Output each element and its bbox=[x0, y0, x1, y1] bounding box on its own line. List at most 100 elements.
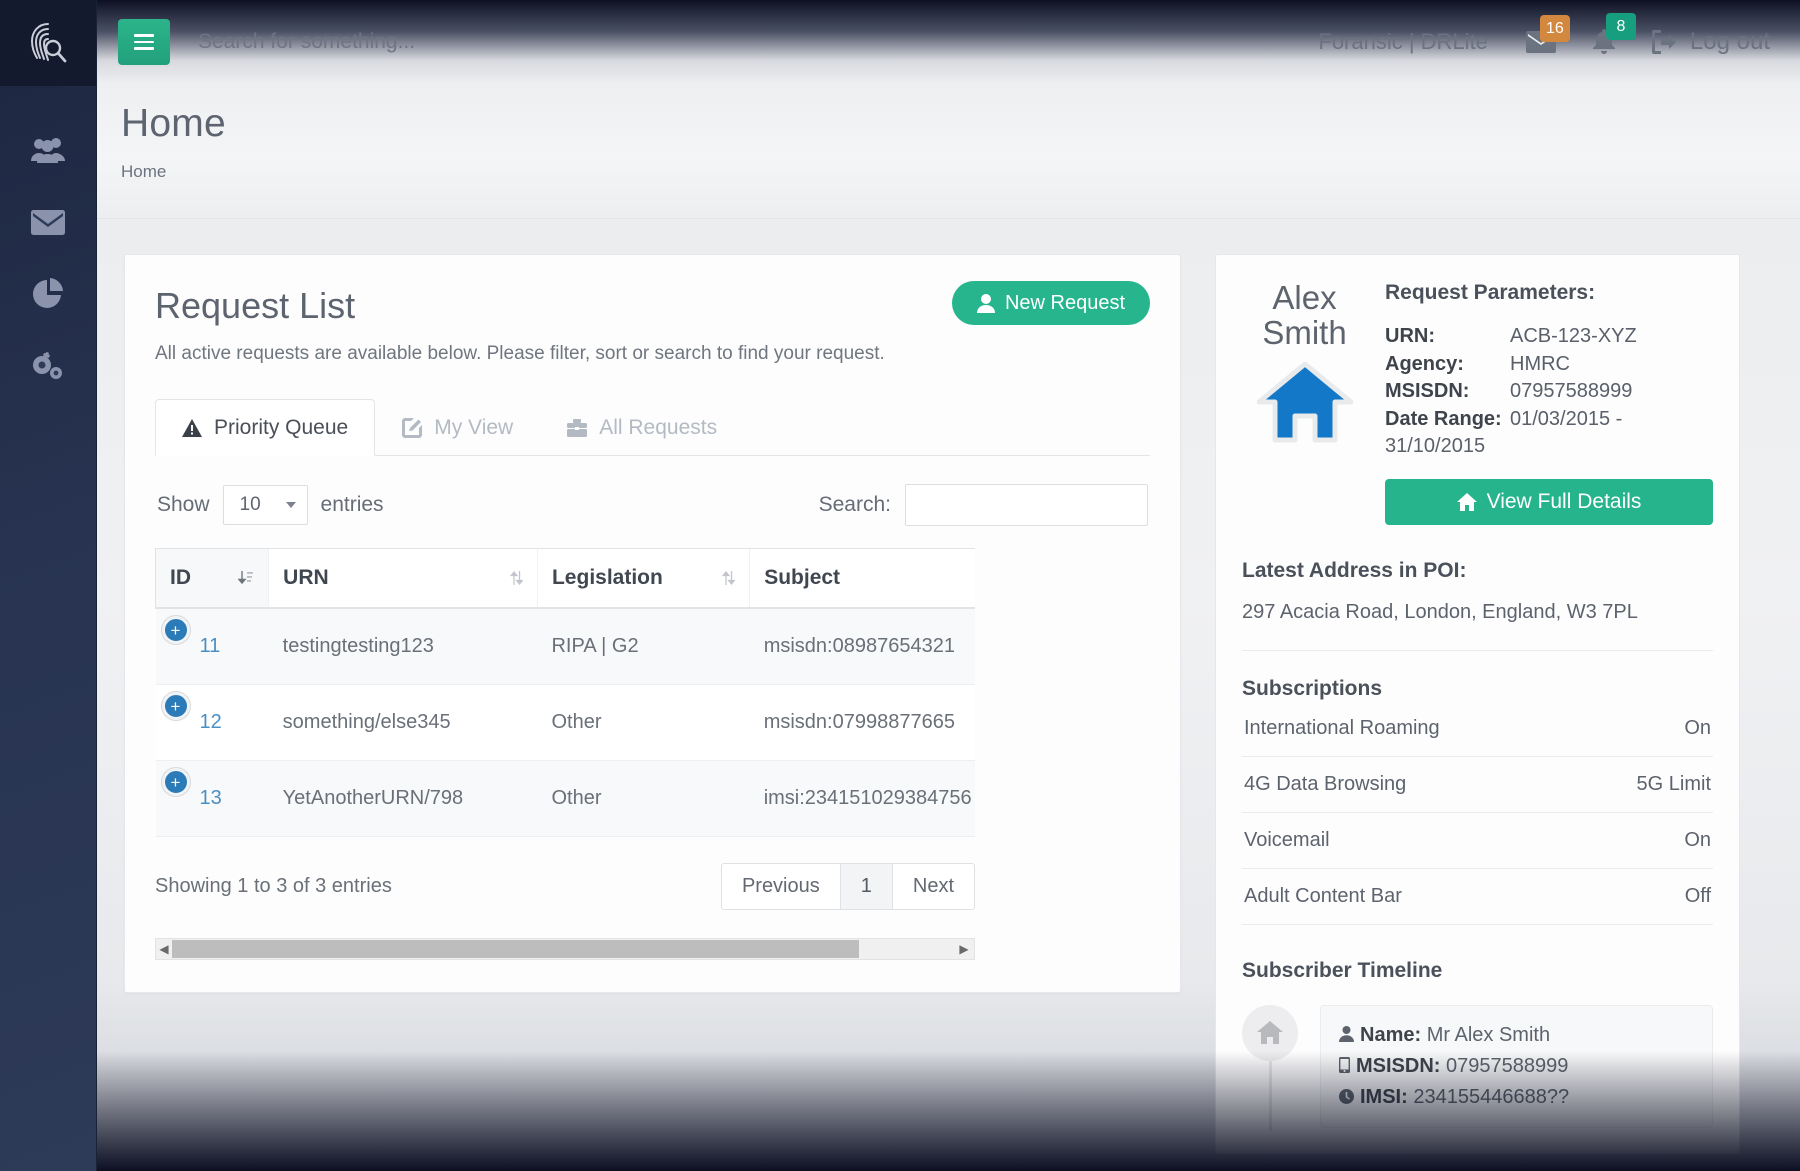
scrollbar-thumb[interactable] bbox=[172, 940, 859, 958]
param-value: 01/03/2015 - bbox=[1510, 407, 1623, 430]
subscriber-timeline: Name: Mr Alex Smith MSISDN: 07957588999 bbox=[1242, 1004, 1713, 1131]
subscription-value: 5G Limit bbox=[1636, 772, 1711, 795]
briefcase-icon bbox=[567, 419, 588, 437]
table-scroll-viewport: ID URN Legislation Subject + 11 testingt… bbox=[155, 548, 975, 837]
tab-label: Priority Queue bbox=[214, 416, 349, 439]
notifications-button[interactable]: 8 bbox=[1592, 13, 1636, 55]
timeline-entry-card: Name: Mr Alex Smith MSISDN: 07957588999 bbox=[1320, 1004, 1713, 1128]
scroll-left-arrow-icon[interactable]: ◀ bbox=[156, 942, 172, 956]
subscription-row: Voicemail On bbox=[1242, 813, 1713, 869]
cell-urn: testingtesting123 bbox=[268, 608, 538, 685]
table-header-row: ID URN Legislation Subject bbox=[155, 548, 975, 609]
row-id-link[interactable]: 12 bbox=[200, 711, 222, 733]
horizontal-scrollbar[interactable]: ◀ ▶ bbox=[155, 938, 975, 960]
subscription-value: On bbox=[1684, 716, 1711, 739]
param-key: MSISDN: bbox=[1385, 380, 1470, 403]
expand-row-button[interactable]: + bbox=[161, 691, 190, 720]
table-info-text: Showing 1 to 3 of 3 entries bbox=[155, 875, 392, 897]
param-value-wrap: 31/10/2015 bbox=[1385, 435, 1486, 458]
subscription-label: Adult Content Bar bbox=[1244, 884, 1402, 907]
subscription-row: International Roaming On bbox=[1242, 701, 1713, 757]
new-request-button[interactable]: New Request bbox=[951, 281, 1150, 325]
envelope-icon bbox=[31, 209, 65, 235]
tab-priority-queue[interactable]: Priority Queue bbox=[155, 399, 376, 456]
tab-all-requests[interactable]: All Requests bbox=[540, 399, 744, 456]
column-header-urn[interactable]: URN bbox=[268, 548, 538, 609]
row-id-link[interactable]: 11 bbox=[200, 635, 221, 657]
sidebar-item-reports[interactable] bbox=[0, 258, 96, 330]
house-icon bbox=[1256, 361, 1353, 443]
timeline-marker[interactable] bbox=[1242, 1004, 1298, 1061]
mobile-icon bbox=[1339, 1056, 1350, 1073]
logout-button[interactable]: Log out bbox=[1651, 28, 1770, 56]
cell-legislation: RIPA | G2 bbox=[537, 608, 750, 685]
scroll-right-arrow-icon[interactable]: ▶ bbox=[956, 942, 972, 956]
param-value: 07957588999 bbox=[1510, 380, 1633, 403]
timeline-imsi-value: 234155446688?? bbox=[1413, 1085, 1570, 1108]
sign-out-icon bbox=[1651, 30, 1676, 54]
messages-button[interactable]: 16 bbox=[1525, 15, 1570, 53]
pagination-next[interactable]: Next bbox=[891, 863, 975, 910]
cell-subject: msisdn:07998877665 bbox=[749, 684, 975, 761]
column-header-id[interactable]: ID bbox=[155, 548, 269, 609]
table-controls: Show 10 entries Search: bbox=[155, 484, 1150, 526]
timeline-msisdn-line: MSISDN: 07957588999 bbox=[1339, 1051, 1694, 1082]
latest-address-value: 297 Acacia Road, London, England, W3 7PL bbox=[1242, 600, 1638, 623]
table-search-input[interactable] bbox=[905, 484, 1148, 526]
sidebar-item-messages[interactable] bbox=[0, 186, 96, 258]
home-avatar bbox=[1242, 361, 1367, 449]
menu-toggle-button[interactable] bbox=[118, 19, 170, 65]
divider bbox=[1242, 649, 1713, 651]
cogs-icon bbox=[33, 351, 62, 379]
sidebar-item-settings[interactable] bbox=[0, 330, 96, 402]
sidebar-item-users[interactable] bbox=[0, 114, 96, 186]
messages-count-badge: 16 bbox=[1539, 15, 1570, 42]
topbar-right-group: Foransic | DRLite 16 8 Log out bbox=[1318, 13, 1800, 56]
column-header-legislation[interactable]: Legislation bbox=[536, 548, 750, 609]
column-label: URN bbox=[283, 566, 329, 589]
user-icon bbox=[1339, 1025, 1354, 1042]
row-id-link[interactable]: 13 bbox=[200, 787, 222, 809]
pagination-page-1[interactable]: 1 bbox=[839, 863, 893, 910]
global-search-input[interactable] bbox=[198, 20, 1319, 64]
cell-id: + 12 bbox=[155, 684, 269, 761]
sim-card-icon bbox=[1339, 1088, 1354, 1104]
subscription-value: On bbox=[1684, 828, 1711, 851]
expand-row-button[interactable]: + bbox=[161, 767, 190, 796]
view-full-details-label: View Full Details bbox=[1486, 489, 1642, 513]
timeline-name-label: Name: bbox=[1360, 1023, 1422, 1046]
column-header-subject[interactable]: Subject bbox=[749, 548, 975, 609]
request-parameters-list: URN: ACB-123-XYZ Agency: HMRC MSISDN: 07… bbox=[1385, 323, 1713, 461]
subscription-label: Voicemail bbox=[1244, 828, 1330, 851]
sort-icon bbox=[509, 570, 523, 586]
column-label: Legislation bbox=[551, 566, 663, 589]
timeline-name-line: Name: Mr Alex Smith bbox=[1339, 1020, 1694, 1051]
pagination-previous[interactable]: Previous bbox=[720, 863, 841, 910]
house-icon bbox=[1257, 1021, 1283, 1045]
table-row[interactable]: + 13 YetAnotherURN/798 Other imsi:234151… bbox=[155, 760, 975, 837]
table-footer: Showing 1 to 3 of 3 entries Previous 1 N… bbox=[155, 863, 975, 910]
view-full-details-button[interactable]: View Full Details bbox=[1385, 478, 1713, 525]
cell-legislation: Other bbox=[537, 684, 750, 761]
search-label: Search: bbox=[818, 493, 891, 516]
table-row[interactable]: + 12 something/else345 Other msisdn:0799… bbox=[155, 684, 975, 761]
page-length-value: 10 bbox=[239, 494, 261, 515]
tab-my-view[interactable]: My View bbox=[375, 399, 540, 456]
param-key: Agency: bbox=[1385, 352, 1464, 375]
pie-chart-icon bbox=[33, 278, 63, 309]
tab-label: All Requests bbox=[599, 416, 718, 439]
page-length-select[interactable]: 10 bbox=[222, 485, 308, 525]
sort-desc-icon bbox=[238, 571, 254, 585]
subscription-value: Off bbox=[1684, 884, 1711, 907]
subscription-label: 4G Data Browsing bbox=[1244, 772, 1407, 795]
page-title: Home bbox=[121, 102, 226, 145]
param-key: URN: bbox=[1385, 325, 1435, 347]
cell-id: + 13 bbox=[155, 760, 269, 837]
param-value: ACB-123-XYZ bbox=[1510, 325, 1637, 347]
breadcrumb[interactable]: Home bbox=[121, 162, 1800, 182]
subject-header: Alex Smith Request Parameters: URN: ACB-… bbox=[1242, 280, 1713, 525]
table-row[interactable]: + 11 testingtesting123 RIPA | G2 msisdn:… bbox=[155, 608, 975, 685]
expand-row-button[interactable]: + bbox=[161, 615, 190, 644]
request-list-subtitle: All active requests are available below.… bbox=[155, 343, 885, 364]
logout-label: Log out bbox=[1689, 28, 1770, 55]
